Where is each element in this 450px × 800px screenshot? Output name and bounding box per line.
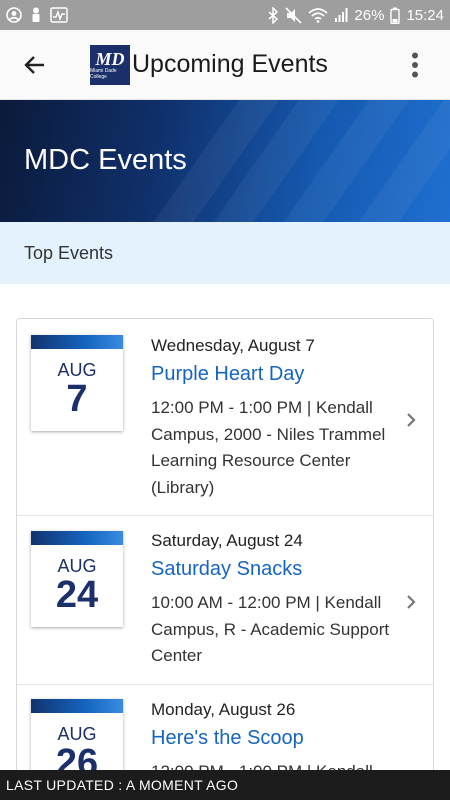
person-icon <box>30 7 42 23</box>
event-date: Wednesday, August 7 <box>151 336 315 355</box>
bluetooth-icon <box>268 6 279 24</box>
chevron-right-icon[interactable] <box>401 592 421 612</box>
app-bar: MD Miami Dade College Upcoming Events <box>0 30 450 100</box>
banner-title: MDC Events <box>24 144 187 176</box>
wifi-icon <box>308 7 328 23</box>
event-detail: 10:00 AM - 12:00 PM | Kendall Campus, R … <box>151 593 390 665</box>
event-day: 7 <box>66 378 88 420</box>
event-day: 24 <box>55 574 99 616</box>
battery-icon <box>390 7 401 24</box>
section-header: Top Events <box>0 222 450 284</box>
event-detail: 12:00 PM - 1:00 PM | Kendall Campus, 200… <box>151 398 386 497</box>
battery-percent: 26% <box>354 6 385 24</box>
events-banner: MDC Events <box>0 100 450 222</box>
event-title[interactable]: Saturday Snacks <box>151 556 401 582</box>
event-title[interactable]: Here's the Scoop <box>151 725 401 751</box>
event-item[interactable]: AUG 24 Saturday, August 24 Saturday Snac… <box>17 516 433 685</box>
event-title[interactable]: Purple Heart Day <box>151 361 401 387</box>
clock: 15:24 <box>406 6 444 24</box>
last-updated-bar: LAST UPDATED : A MOMENT AGO <box>0 770 450 800</box>
event-item[interactable]: AUG 7 Wednesday, August 7 Purple Heart D… <box>17 319 433 516</box>
event-month: AUG <box>57 556 97 576</box>
events-list: AUG 7 Wednesday, August 7 Purple Heart D… <box>16 318 434 788</box>
overflow-menu-button[interactable] <box>380 30 450 100</box>
activity-icon <box>50 7 68 23</box>
logo-mark: MD <box>95 48 125 69</box>
more-vert-icon <box>412 52 418 77</box>
mdc-logo: MD Miami Dade College <box>90 44 130 85</box>
status-bar: 26% 15:24 <box>0 0 450 30</box>
logo-subtext: Miami Dade College <box>90 67 117 80</box>
mute-icon <box>285 6 302 24</box>
calendar-badge: AUG 24 <box>31 531 123 627</box>
event-month: AUG <box>57 724 97 744</box>
signal-icon <box>334 7 348 23</box>
page-title: Upcoming Events <box>132 50 328 78</box>
back-button[interactable] <box>0 30 70 100</box>
chevron-right-icon[interactable] <box>401 410 421 430</box>
account-circle-icon <box>6 7 22 23</box>
event-date: Monday, August 26 <box>151 700 296 719</box>
calendar-badge: AUG 7 <box>31 335 123 431</box>
event-month: AUG <box>57 360 97 380</box>
event-date: Saturday, August 24 <box>151 531 303 550</box>
arrow-left-icon <box>24 55 44 74</box>
